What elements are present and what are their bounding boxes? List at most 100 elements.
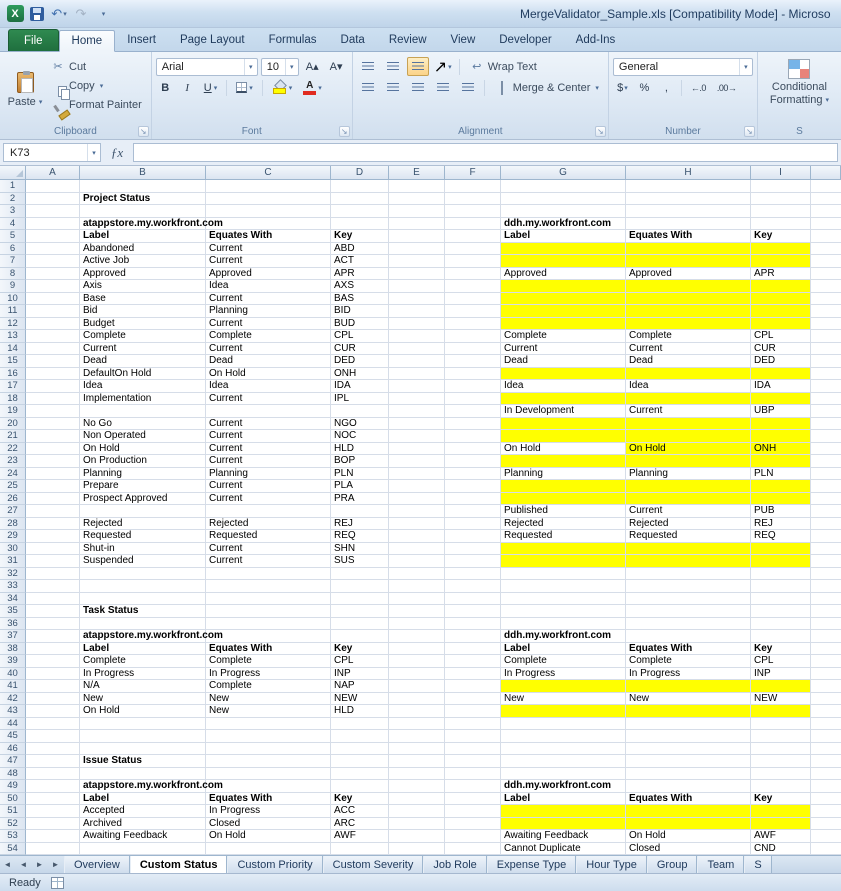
- row-header-35[interactable]: 35: [0, 605, 26, 618]
- cell-d35[interactable]: [331, 605, 389, 618]
- sheet-nav-prev-button[interactable]: ◄: [16, 856, 32, 873]
- cell-g28[interactable]: Rejected: [501, 517, 626, 530]
- cell-b40[interactable]: In Progress: [80, 667, 206, 680]
- cell-i23[interactable]: [751, 455, 811, 468]
- row-header-27[interactable]: 27: [0, 505, 26, 518]
- cell-d48[interactable]: [331, 767, 389, 780]
- row-header-44[interactable]: 44: [0, 717, 26, 730]
- cell-a42[interactable]: [26, 692, 80, 705]
- bold-button[interactable]: B: [156, 79, 175, 97]
- cell-d42[interactable]: NEW: [331, 692, 389, 705]
- cell-g50[interactable]: Label: [501, 792, 626, 805]
- cell-b50[interactable]: Label: [80, 792, 206, 805]
- cell-d44[interactable]: [331, 717, 389, 730]
- cell-c21[interactable]: Current: [206, 430, 331, 443]
- cell-c12[interactable]: Current: [206, 317, 331, 330]
- cell-g38[interactable]: Label: [501, 642, 626, 655]
- cell-d27[interactable]: [331, 505, 389, 518]
- sheet-tab-expense-type[interactable]: Expense Type: [486, 856, 577, 873]
- cell-b7[interactable]: Active Job: [80, 255, 206, 268]
- cell-f52[interactable]: [445, 817, 501, 830]
- ribbon-tab-insert[interactable]: Insert: [115, 29, 168, 51]
- cell-c10[interactable]: Current: [206, 292, 331, 305]
- cell-i5[interactable]: Key: [751, 230, 811, 243]
- ribbon-tab-add-ins[interactable]: Add-Ins: [564, 29, 628, 51]
- cell-f16[interactable]: [445, 367, 501, 380]
- cell-f38[interactable]: [445, 642, 501, 655]
- cell-e20[interactable]: [389, 417, 445, 430]
- sheet-tab-overview[interactable]: Overview: [64, 856, 130, 873]
- font-color-dropdown-icon[interactable]: ▾: [318, 84, 322, 92]
- cell-c11[interactable]: Planning: [206, 305, 331, 318]
- cell-h4[interactable]: [626, 217, 751, 230]
- cell-e47[interactable]: [389, 755, 445, 768]
- row-header-32[interactable]: 32: [0, 567, 26, 580]
- cell-c17[interactable]: Idea: [206, 380, 331, 393]
- cell-f21[interactable]: [445, 430, 501, 443]
- cell-e40[interactable]: [389, 667, 445, 680]
- cell-a40[interactable]: [26, 667, 80, 680]
- cell-f5[interactable]: [445, 230, 501, 243]
- cell-f25[interactable]: [445, 480, 501, 493]
- cell-f49[interactable]: [445, 780, 501, 793]
- cell-e5[interactable]: [389, 230, 445, 243]
- cell-h54[interactable]: Closed: [626, 842, 751, 855]
- cell-g11[interactable]: [501, 305, 626, 318]
- cell-f24[interactable]: [445, 467, 501, 480]
- cell-i49[interactable]: [751, 780, 811, 793]
- cell-b4[interactable]: atappstore.my.workfront.com: [80, 217, 223, 230]
- cell-c14[interactable]: Current: [206, 342, 331, 355]
- orientation-button[interactable]: ↗ ▾: [432, 57, 454, 76]
- borders-dropdown-icon[interactable]: ▾: [249, 84, 253, 92]
- cell-c37[interactable]: [206, 630, 331, 643]
- cell-b25[interactable]: Prepare: [80, 480, 206, 493]
- cell-e32[interactable]: [389, 567, 445, 580]
- cell-a33[interactable]: [26, 580, 80, 593]
- cell-i44[interactable]: [751, 717, 811, 730]
- align-right-button[interactable]: [407, 78, 429, 97]
- cell-b51[interactable]: Accepted: [80, 805, 206, 818]
- align-bottom-button[interactable]: [406, 57, 429, 76]
- cell-e50[interactable]: [389, 792, 445, 805]
- cell-i40[interactable]: INP: [751, 667, 811, 680]
- cell-i1[interactable]: [751, 180, 811, 193]
- sheet-tab-team[interactable]: Team: [697, 856, 745, 873]
- cell-i26[interactable]: [751, 492, 811, 505]
- cell-g45[interactable]: [501, 730, 626, 743]
- row-header-23[interactable]: 23: [0, 455, 26, 468]
- cell-a3[interactable]: [26, 205, 80, 218]
- cell-i8[interactable]: APR: [751, 267, 811, 280]
- cell-f8[interactable]: [445, 267, 501, 280]
- cell-d2[interactable]: [331, 192, 389, 205]
- cell-d46[interactable]: [331, 742, 389, 755]
- row-header-5[interactable]: 5: [0, 230, 26, 243]
- cell-g41[interactable]: [501, 680, 626, 693]
- cell-i19[interactable]: UBP: [751, 405, 811, 418]
- cell-i2[interactable]: [751, 192, 811, 205]
- cell-e13[interactable]: [389, 330, 445, 343]
- cell-i4[interactable]: [751, 217, 811, 230]
- cell-d39[interactable]: CPL: [331, 655, 389, 668]
- cell-d51[interactable]: ACC: [331, 805, 389, 818]
- cell-g29[interactable]: Requested: [501, 530, 626, 543]
- row-header-50[interactable]: 50: [0, 792, 26, 805]
- cell-b12[interactable]: Budget: [80, 317, 206, 330]
- cell-b20[interactable]: No Go: [80, 417, 206, 430]
- cell-i34[interactable]: [751, 592, 811, 605]
- cell-h39[interactable]: Complete: [626, 655, 751, 668]
- cell-b28[interactable]: Rejected: [80, 517, 206, 530]
- cell-c16[interactable]: On Hold: [206, 367, 331, 380]
- cell-i35[interactable]: [751, 605, 811, 618]
- cell-d12[interactable]: BUD: [331, 317, 389, 330]
- cell-b44[interactable]: [80, 717, 206, 730]
- cell-b30[interactable]: Shut-in: [80, 542, 206, 555]
- cell-i21[interactable]: [751, 430, 811, 443]
- cell-e44[interactable]: [389, 717, 445, 730]
- cell-b45[interactable]: [80, 730, 206, 743]
- chevron-down-icon[interactable]: ▾: [284, 58, 298, 75]
- cell-d41[interactable]: NAP: [331, 680, 389, 693]
- cell-d11[interactable]: BID: [331, 305, 389, 318]
- cell-h3[interactable]: [626, 205, 751, 218]
- cell-a18[interactable]: [26, 392, 80, 405]
- cell-b43[interactable]: On Hold: [80, 705, 206, 718]
